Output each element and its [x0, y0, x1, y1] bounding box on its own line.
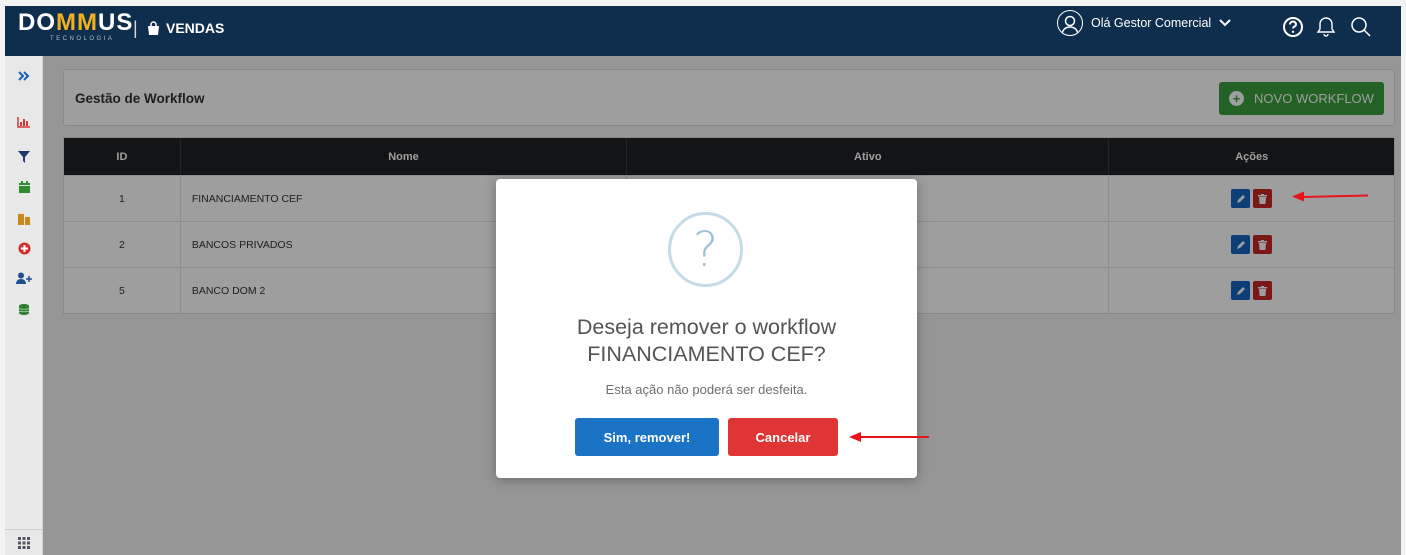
chart-icon: [17, 117, 30, 128]
module-name[interactable]: VENDAS: [147, 20, 224, 36]
add-user-icon: [16, 272, 32, 284]
logo-subtitle: TECNOLOGIA: [50, 36, 115, 42]
module-label: VENDAS: [166, 20, 225, 36]
help-icon[interactable]: [1282, 16, 1304, 38]
sidebar-item-reports[interactable]: [5, 116, 43, 128]
user-avatar-icon: [1057, 10, 1083, 36]
grid-icon: [18, 536, 30, 549]
dialog-title-line1: Deseja remover o workflow: [576, 315, 837, 339]
confirm-remove-button[interactable]: Sim, remover!: [575, 418, 719, 456]
sidebar-item-units[interactable]: [5, 212, 43, 225]
dialog-message: Esta ação não poderá ser desfeita.: [605, 382, 808, 397]
building-icon: [18, 214, 30, 225]
sidebar-item-users[interactable]: [5, 272, 43, 285]
sidebar-apps[interactable]: [5, 529, 43, 555]
plus-circle-icon: [18, 242, 30, 255]
logo-text-accent: MM: [56, 9, 98, 36]
logo-text-main: DO: [18, 9, 56, 36]
top-header: DOMMUS TECNOLOGIA | VENDAS Olá Gestor Co…: [5, 6, 1401, 56]
search-icon[interactable]: [1350, 16, 1372, 38]
sidebar-item-funnel[interactable]: [5, 150, 43, 164]
annotation-arrow-icon: [1292, 191, 1369, 202]
dialog-title-line2: FINANCIAMENTO CEF?: [587, 342, 826, 366]
dommus-logo[interactable]: DOMMUS TECNOLOGIA: [18, 11, 133, 51]
bell-icon[interactable]: [1316, 16, 1336, 38]
annotation-arrow-icon: [849, 432, 929, 442]
header-separator: |: [133, 18, 138, 38]
calendar-icon: [18, 181, 30, 193]
expand-icon: [18, 71, 30, 81]
user-greeting: Olá Gestor Comercial: [1091, 16, 1212, 30]
sidebar-item-finance[interactable]: [5, 303, 43, 316]
chevron-down-icon: [1219, 19, 1231, 27]
question-icon: ?: [668, 212, 743, 287]
dialog-title: Deseja remover o workflow FINANCIAMENTO …: [496, 314, 917, 368]
filter-icon: [18, 151, 30, 163]
sidebar-item-calendar[interactable]: [5, 181, 43, 194]
cancel-button[interactable]: Cancelar: [728, 418, 838, 456]
money-stack-icon: [18, 304, 30, 315]
sidebar-expand[interactable]: [5, 70, 43, 82]
sidebar-item-add[interactable]: [5, 242, 43, 255]
logo-text-end: US: [97, 9, 134, 36]
user-menu[interactable]: Olá Gestor Comercial: [1057, 10, 1231, 36]
shopping-bag-icon: [148, 21, 159, 35]
sidebar: [5, 56, 43, 555]
